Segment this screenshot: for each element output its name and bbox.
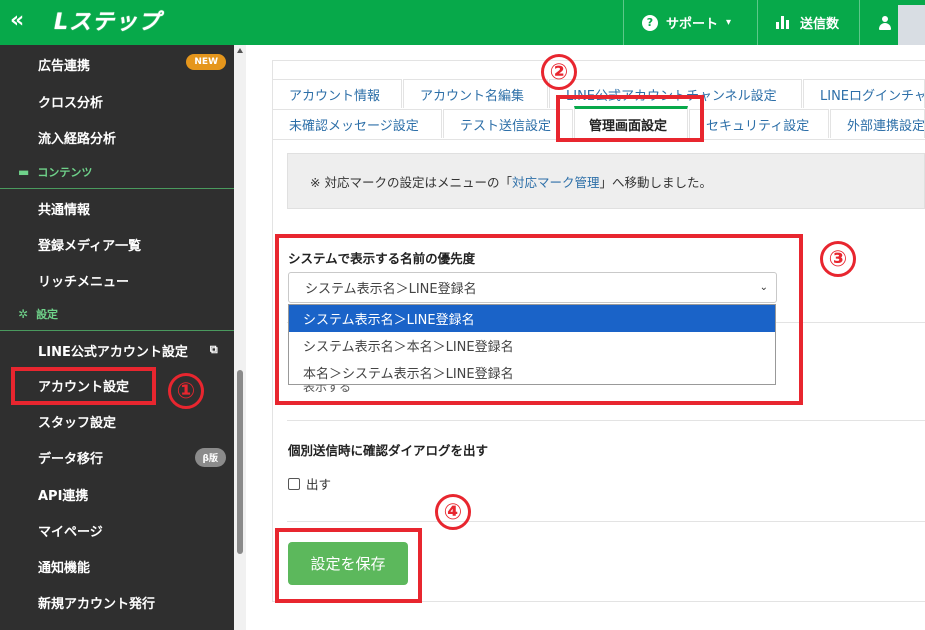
sidebar-item-label: リッチメニュー bbox=[38, 274, 130, 290]
notice-box: ※ 対応マークの設定はメニューの「 対応マーク管理 」へ移動しました。 bbox=[287, 153, 925, 209]
tab-account-info[interactable]: アカウント情報 bbox=[272, 79, 402, 108]
tab-security-settings[interactable]: セキュリティ設定 bbox=[689, 109, 829, 138]
checkbox-label: 出す bbox=[306, 477, 332, 492]
section-label: コンテンツ bbox=[37, 165, 93, 179]
logo-text: Lステップ bbox=[54, 10, 162, 35]
user-menu[interactable] bbox=[859, 0, 925, 45]
sidebar-item-mypage[interactable]: マイページ bbox=[0, 512, 234, 548]
tab-line-login[interactable]: LINEログインチャ bbox=[803, 79, 925, 108]
scroll-up-icon[interactable] bbox=[237, 48, 243, 53]
annotation-box-3 bbox=[275, 234, 803, 405]
help-icon: ? bbox=[642, 14, 658, 31]
divider bbox=[287, 420, 925, 421]
sidebar-section-settings[interactable]: ✲ 設定 bbox=[0, 297, 234, 331]
divider bbox=[287, 521, 925, 522]
new-badge: NEW bbox=[186, 54, 226, 70]
sidebar-item-label: 通知機能 bbox=[38, 560, 91, 576]
scrollbar-thumb[interactable] bbox=[237, 370, 243, 554]
tab-external-integration[interactable]: 外部連携設定 bbox=[830, 109, 925, 138]
sidebar-item-label: 広告連携 bbox=[38, 58, 91, 74]
sidebar-item-new-account[interactable]: 新規アカウント発行 bbox=[0, 584, 234, 620]
sidebar-item-label: 共通情報 bbox=[38, 202, 91, 218]
sidebar: 広告連携 NEW クロス分析 流入経路分析 ▬ コンテンツ 共通情報 登録メディ… bbox=[0, 45, 234, 630]
annotation-number-1: ① bbox=[168, 373, 204, 409]
sidebar-item-rich-menu[interactable]: リッチメニュー bbox=[0, 262, 234, 298]
annotation-number-4: ④ bbox=[435, 494, 471, 530]
tab-test-send-settings[interactable]: テスト送信設定 bbox=[443, 109, 573, 138]
sidebar-item-line-official-account[interactable]: LINE公式アカウント設定 ⧉ bbox=[0, 332, 234, 368]
confirm-dialog-label: 個別送信時に確認ダイアログを出す bbox=[288, 443, 489, 458]
annotation-box-2 bbox=[556, 95, 704, 142]
sidebar-item-label: クロス分析 bbox=[38, 95, 104, 111]
annotation-box-1 bbox=[11, 367, 156, 405]
sidebar-item-cross-analysis[interactable]: クロス分析 bbox=[0, 83, 234, 119]
sidebar-section-contents[interactable]: ▬ コンテンツ bbox=[0, 155, 234, 189]
user-icon bbox=[878, 15, 891, 30]
sidebar-item-label: データ移行 bbox=[38, 451, 104, 467]
folder-icon: ▬ bbox=[18, 164, 30, 179]
external-link-icon: ⧉ bbox=[209, 343, 218, 356]
sidebar-item-data-migration[interactable]: データ移行 β版 bbox=[0, 439, 234, 475]
support-menu[interactable]: ? サポート ▾ bbox=[623, 0, 753, 45]
mark-management-link[interactable]: 対応マーク管理 bbox=[512, 172, 600, 191]
sidebar-item-notifications[interactable]: 通知機能 bbox=[0, 548, 234, 584]
chevron-down-icon: ▾ bbox=[726, 17, 732, 28]
logo[interactable]: Lステップ bbox=[54, 7, 164, 39]
sidebar-item-label: LINE公式アカウント設定 bbox=[38, 344, 188, 360]
sidebar-item-common-info[interactable]: 共通情報 bbox=[0, 190, 234, 226]
sidebar-item-staff-settings[interactable]: スタッフ設定 bbox=[0, 403, 234, 439]
annotation-number-2: ② bbox=[541, 54, 577, 90]
notice-prefix: ※ 対応マークの設定はメニューの「 bbox=[310, 174, 512, 190]
bar-chart-icon bbox=[776, 16, 790, 29]
notice-suffix: 」へ移動しました。 bbox=[599, 174, 712, 190]
collapse-sidebar-icon[interactable]: « bbox=[10, 9, 38, 35]
tab-account-name-edit[interactable]: アカウント名編集 bbox=[403, 79, 548, 108]
beta-badge: β版 bbox=[194, 448, 226, 467]
user-avatar bbox=[898, 5, 925, 45]
top-bar: « Lステップ ? サポート ▾ 送信数 bbox=[0, 0, 925, 45]
sidebar-item-label: 新規アカウント発行 bbox=[38, 596, 156, 612]
tab-unread-message-settings[interactable]: 未確認メッセージ設定 bbox=[272, 109, 442, 138]
gear-icon: ✲ bbox=[18, 306, 29, 321]
sidebar-item-label: スタッフ設定 bbox=[38, 415, 117, 431]
sidebar-item-label: マイページ bbox=[38, 524, 103, 540]
sidebar-item-api[interactable]: API連携 bbox=[0, 476, 234, 512]
sidebar-item-inflow-analysis[interactable]: 流入経路分析 bbox=[0, 119, 234, 155]
sidebar-item-media-list[interactable]: 登録メディア一覧 bbox=[0, 226, 234, 262]
send-count-label: 送信数 bbox=[800, 17, 840, 32]
section-label: 設定 bbox=[36, 307, 59, 321]
sidebar-item-ad-integration[interactable]: 広告連携 NEW bbox=[0, 46, 234, 82]
confirm-dialog-option[interactable]: 出す bbox=[288, 474, 331, 493]
annotation-box-4 bbox=[275, 528, 422, 603]
sidebar-item-label: 登録メディア一覧 bbox=[38, 238, 142, 254]
sidebar-item-label: API連携 bbox=[38, 488, 89, 504]
annotation-number-3: ③ bbox=[820, 241, 856, 277]
sidebar-item-label: 流入経路分析 bbox=[38, 131, 117, 147]
support-label: サポート bbox=[666, 17, 719, 32]
confirm-dialog-checkbox[interactable] bbox=[288, 477, 300, 490]
send-count-menu[interactable]: 送信数 bbox=[757, 0, 857, 45]
